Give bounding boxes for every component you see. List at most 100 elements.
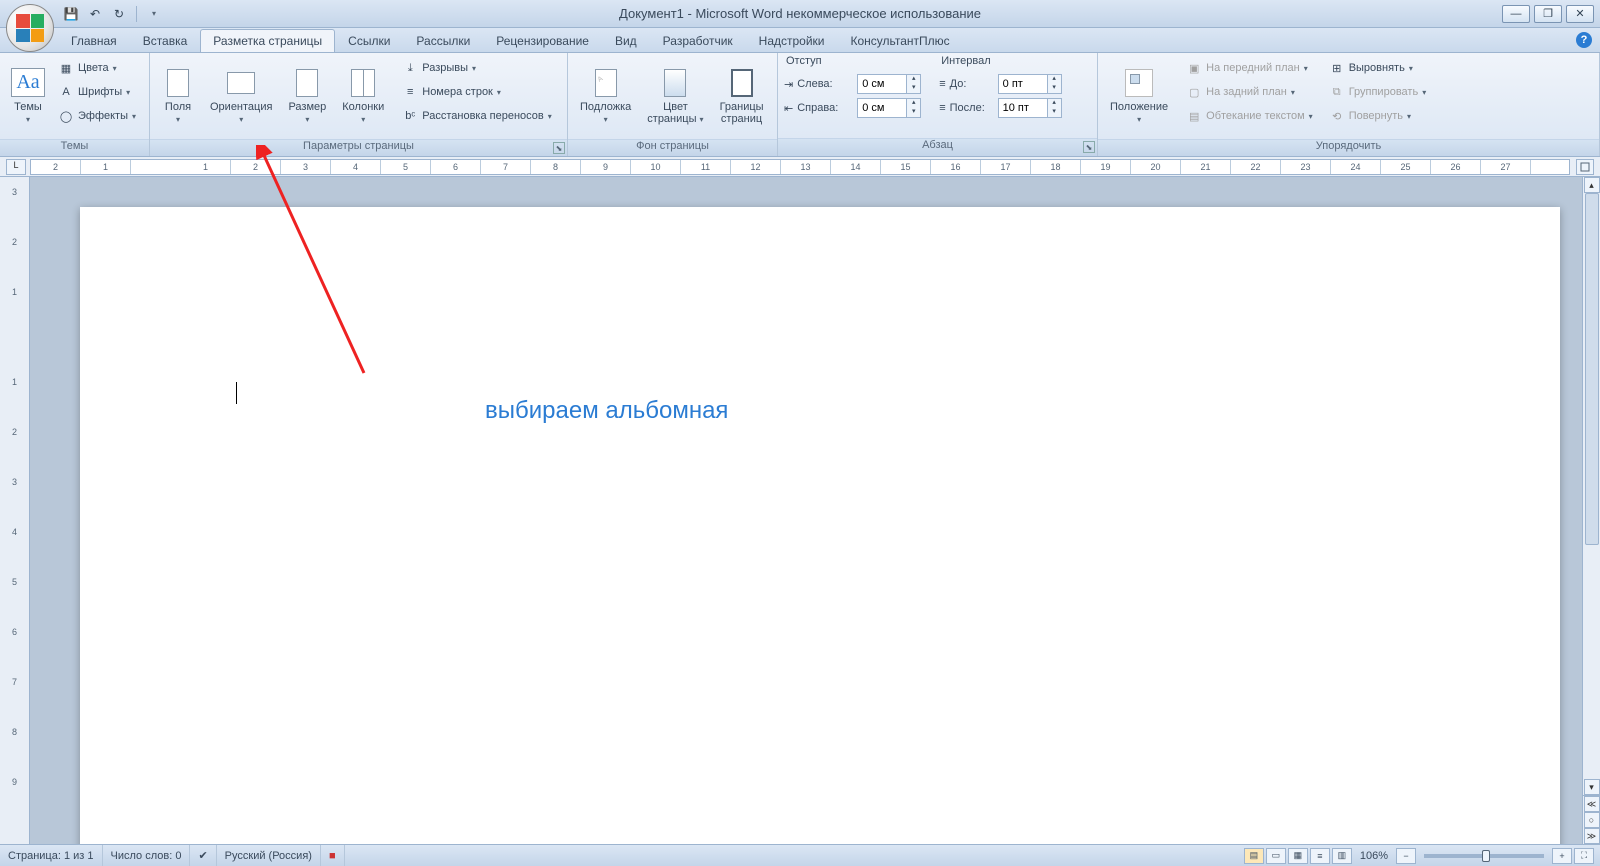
orientation-label: Ориентация [210, 101, 272, 113]
group-objects-button[interactable]: ⧉Группировать ▾ [1325, 81, 1431, 103]
restore-button[interactable]: ❐ [1534, 5, 1562, 23]
theme-effects-button[interactable]: ◯Эффекты ▾ [54, 105, 140, 127]
tab-addins[interactable]: Надстройки [746, 29, 838, 52]
align-button[interactable]: ⊞Выровнять ▾ [1325, 57, 1431, 79]
spin-up[interactable]: ▴ [1047, 75, 1061, 84]
tab-page-layout[interactable]: Разметка страницы [200, 29, 335, 52]
minimize-button[interactable]: — [1502, 5, 1530, 23]
view-web-layout[interactable]: ▦ [1288, 848, 1308, 864]
status-page[interactable]: Страница: 1 из 1 [0, 845, 103, 866]
status-word-count[interactable]: Число слов: 0 [103, 845, 191, 866]
document-page[interactable]: выбираем альбомная [80, 207, 1560, 844]
page-borders-button[interactable]: Границы страниц [714, 57, 770, 135]
next-page-button[interactable]: ≫ [1584, 828, 1600, 844]
breaks-button[interactable]: ⤓Разрывы ▾ [398, 57, 556, 79]
position-button[interactable]: Положение▾ [1104, 57, 1174, 135]
save-icon[interactable]: 💾 [62, 5, 80, 23]
tab-mailings[interactable]: Рассылки [403, 29, 483, 52]
indent-right-input[interactable] [858, 102, 906, 114]
title-bar: 💾 ↶ ↻ ▾ Документ1 - Microsoft Word неком… [0, 0, 1600, 28]
tab-references[interactable]: Ссылки [335, 29, 403, 52]
tab-review[interactable]: Рецензирование [483, 29, 602, 52]
scroll-thumb[interactable] [1585, 193, 1599, 545]
zoom-level[interactable]: 106% [1360, 850, 1388, 862]
tab-insert[interactable]: Вставка [130, 29, 201, 52]
close-button[interactable]: ✕ [1566, 5, 1594, 23]
margins-button[interactable]: Поля▾ [156, 57, 200, 135]
zoom-out-button[interactable]: − [1396, 848, 1416, 864]
bring-front-button[interactable]: ▣На передний план ▾ [1182, 57, 1317, 79]
send-back-button[interactable]: ▢На задний план ▾ [1182, 81, 1317, 103]
line-numbers-label: Номера строк [422, 86, 493, 98]
tab-consultant[interactable]: КонсультантПлюс [838, 29, 963, 52]
spacing-after-input[interactable] [999, 102, 1047, 114]
scroll-track[interactable] [1584, 193, 1600, 779]
scroll-up-button[interactable]: ▴ [1584, 177, 1600, 193]
zoom-in-button[interactable]: + [1552, 848, 1572, 864]
prev-page-button[interactable]: ≪ [1584, 796, 1600, 812]
rotate-button[interactable]: ⟲Повернуть ▾ [1325, 105, 1431, 127]
spacing-before-input[interactable] [999, 78, 1047, 90]
margins-label: Поля [165, 101, 191, 113]
view-draft[interactable]: ▥ [1332, 848, 1352, 864]
scroll-down-button[interactable]: ▾ [1584, 779, 1600, 795]
paragraph-launcher[interactable]: ⬊ [1083, 141, 1095, 153]
page-color-button[interactable]: Цвет страницы ▾ [641, 57, 709, 135]
vertical-scrollbar[interactable]: ▴ ▾ ≪ ○ ≫ [1582, 177, 1600, 844]
spin-down[interactable]: ▾ [906, 84, 920, 93]
spin-up[interactable]: ▴ [906, 75, 920, 84]
spacing-title: Интервал [939, 55, 1061, 67]
watermark-button[interactable]: A Подложка▾ [574, 57, 637, 135]
spin-down[interactable]: ▾ [906, 108, 920, 117]
spin-up[interactable]: ▴ [906, 99, 920, 108]
window-controls: — ❐ ✕ [1502, 5, 1594, 23]
redo-icon[interactable]: ↻ [110, 5, 128, 23]
tab-home[interactable]: Главная [58, 29, 130, 52]
orientation-button[interactable]: Ориентация▾ [204, 57, 278, 135]
zoom-fit-button[interactable]: ⛶ [1574, 848, 1594, 864]
view-full-screen[interactable]: ▭ [1266, 848, 1286, 864]
zoom-thumb[interactable] [1482, 850, 1490, 862]
vertical-ruler[interactable]: 321123456789 [0, 177, 30, 844]
status-language[interactable]: Русский (Россия) [217, 845, 321, 866]
office-button[interactable] [6, 4, 54, 52]
line-numbers-button[interactable]: ≡Номера строк ▾ [398, 81, 556, 103]
text-wrap-button[interactable]: ▤Обтекание текстом ▾ [1182, 105, 1317, 127]
themes-button[interactable]: Aa Темы▾ [6, 57, 50, 135]
ruler-h-track[interactable]: 2112345678910111213141516171819202122232… [30, 159, 1570, 175]
theme-fonts-button[interactable]: AШрифты ▾ [54, 81, 140, 103]
spin-down[interactable]: ▾ [1047, 84, 1061, 93]
view-outline[interactable]: ≡ [1310, 848, 1330, 864]
hyphenation-button[interactable]: bᶜРасстановка переносов ▾ [398, 105, 556, 127]
indent-right-spinner[interactable]: ▴▾ [857, 98, 921, 118]
send-back-label: На задний план [1206, 86, 1287, 98]
help-button[interactable]: ? [1576, 32, 1592, 48]
spin-down[interactable]: ▾ [1047, 108, 1061, 117]
status-spell-check[interactable]: ✔ [190, 845, 216, 866]
status-macro[interactable]: ■ [321, 845, 345, 866]
tab-view[interactable]: Вид [602, 29, 650, 52]
size-icon [291, 67, 323, 99]
undo-icon[interactable]: ↶ [86, 5, 104, 23]
page-borders-label: Границы страниц [720, 101, 764, 125]
ribbon-tabs: Главная Вставка Разметка страницы Ссылки… [0, 28, 1600, 53]
spacing-after-spinner[interactable]: ▴▾ [998, 98, 1062, 118]
horizontal-ruler[interactable]: L 21123456789101112131415161718192021222… [0, 157, 1600, 177]
browse-object-button[interactable]: ○ [1584, 812, 1600, 828]
tab-developer[interactable]: Разработчик [650, 29, 746, 52]
page-setup-launcher[interactable]: ⬊ [553, 142, 565, 154]
document-scroll[interactable]: выбираем альбомная [30, 177, 1582, 844]
spacing-before-spinner[interactable]: ▴▾ [998, 74, 1062, 94]
macro-record-icon: ■ [329, 850, 336, 862]
qat-customize-icon[interactable]: ▾ [145, 5, 163, 23]
tab-selector-button[interactable]: L [6, 159, 26, 175]
zoom-slider[interactable] [1424, 854, 1544, 858]
theme-colors-button[interactable]: ▦Цвета ▾ [54, 57, 140, 79]
columns-button[interactable]: Колонки▾ [336, 57, 390, 135]
indent-left-spinner[interactable]: ▴▾ [857, 74, 921, 94]
size-button[interactable]: Размер▾ [282, 57, 332, 135]
spin-up[interactable]: ▴ [1047, 99, 1061, 108]
ruler-toggle-button[interactable] [1576, 159, 1594, 175]
view-print-layout[interactable]: ▤ [1244, 848, 1264, 864]
indent-left-input[interactable] [858, 78, 906, 90]
